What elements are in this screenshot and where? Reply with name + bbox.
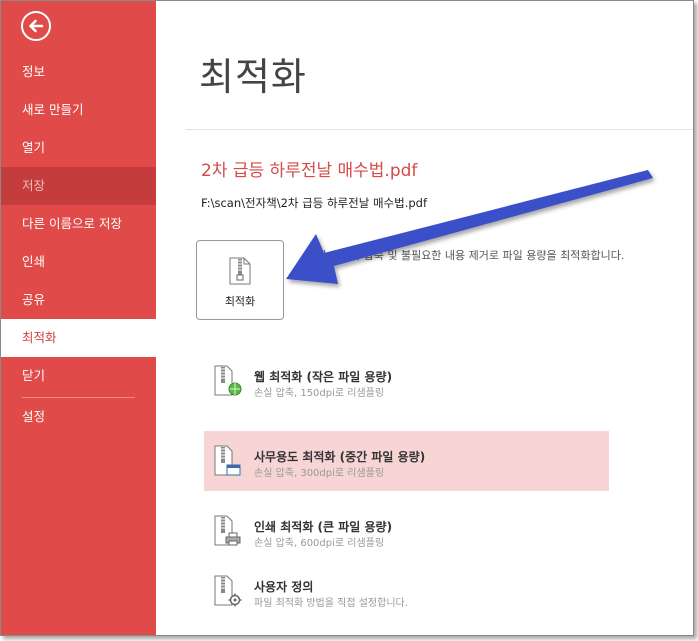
custom-optimize-icon [214, 575, 242, 607]
arrow-left-icon [29, 19, 44, 33]
sidebar-item-settings[interactable]: 설정 [1, 398, 156, 436]
back-button[interactable] [21, 11, 51, 41]
optimize-button-label: 최적화 [224, 295, 256, 308]
main-panel: 최적화 2차 급등 하루전날 매수법.pdf F:\scan\전자책\2차 급등… [156, 1, 693, 635]
option-subtitle: 파일 최적화 방법을 직접 설정합니다. [254, 598, 408, 609]
print-optimize-icon [214, 515, 241, 546]
page-title: 최적화 [199, 55, 307, 99]
option-web[interactable]: 웹 최적화 (작은 파일 용량) 손실 압축, 150dpi로 리샘플링 [204, 351, 609, 411]
sidebar-item-open[interactable]: 열기 [1, 129, 156, 167]
option-office[interactable]: 사무용도 최적화 (중간 파일 용량) 손실 압축, 300dpi로 리샘플링 [204, 431, 609, 491]
option-subtitle: 손실 압축, 600dpi로 리샘플링 [254, 538, 385, 549]
optimize-button[interactable]: 최적화 [196, 240, 284, 320]
sidebar-item-new[interactable]: 새로 만들기 [1, 91, 156, 129]
app-window: 정보 새로 만들기 열기 저장 다른 이름으로 저장 인쇄 공유 최적화 닫기 … [0, 0, 694, 636]
document-name: 2차 급등 하루전날 매수법.pdf [201, 161, 418, 181]
option-subtitle: 손실 압축, 150dpi로 리샘플링 [254, 388, 385, 399]
option-title: 인쇄 최적화 (큰 파일 용량) [254, 520, 393, 534]
sidebar-item-print[interactable]: 인쇄 [1, 243, 156, 281]
option-custom[interactable]: 사용자 정의 파일 최적화 방법을 직접 설정합니다. [204, 561, 609, 621]
option-title: 사용자 정의 [254, 580, 314, 594]
sidebar-item-save-as[interactable]: 다른 이름으로 저장 [1, 205, 156, 243]
document-path: F:\scan\전자책\2차 급등 하루전날 매수법.pdf [201, 196, 427, 210]
option-title: 사무용도 최적화 (중간 파일 용량) [254, 450, 426, 464]
sidebar-item-share[interactable]: 공유 [1, 281, 156, 319]
option-print[interactable]: 인쇄 최적화 (큰 파일 용량) 손실 압축, 600dpi로 리샘플링 [204, 501, 609, 561]
sidebar-item-save: 저장 [1, 167, 156, 205]
title-divider [186, 129, 693, 130]
option-title: 웹 최적화 (작은 파일 용량) [254, 370, 393, 384]
backstage-sidebar: 정보 새로 만들기 열기 저장 다른 이름으로 저장 인쇄 공유 최적화 닫기 … [1, 1, 156, 635]
sidebar-nav: 정보 새로 만들기 열기 저장 다른 이름으로 저장 인쇄 공유 최적화 닫기 … [1, 53, 156, 436]
option-subtitle: 손실 압축, 300dpi로 리샘플링 [254, 468, 385, 479]
zip-file-icon [229, 257, 251, 285]
sidebar-item-info[interactable]: 정보 [1, 53, 156, 91]
sidebar-item-optimize[interactable]: 최적화 [1, 319, 156, 357]
office-optimize-icon [214, 445, 241, 476]
sidebar-item-close[interactable]: 닫기 [1, 357, 156, 395]
optimize-description: 레벨 이미지 압축 및 불필요한 내용 제거로 파일 용량을 최적화합니다. [306, 249, 625, 262]
web-optimize-icon [214, 365, 242, 396]
